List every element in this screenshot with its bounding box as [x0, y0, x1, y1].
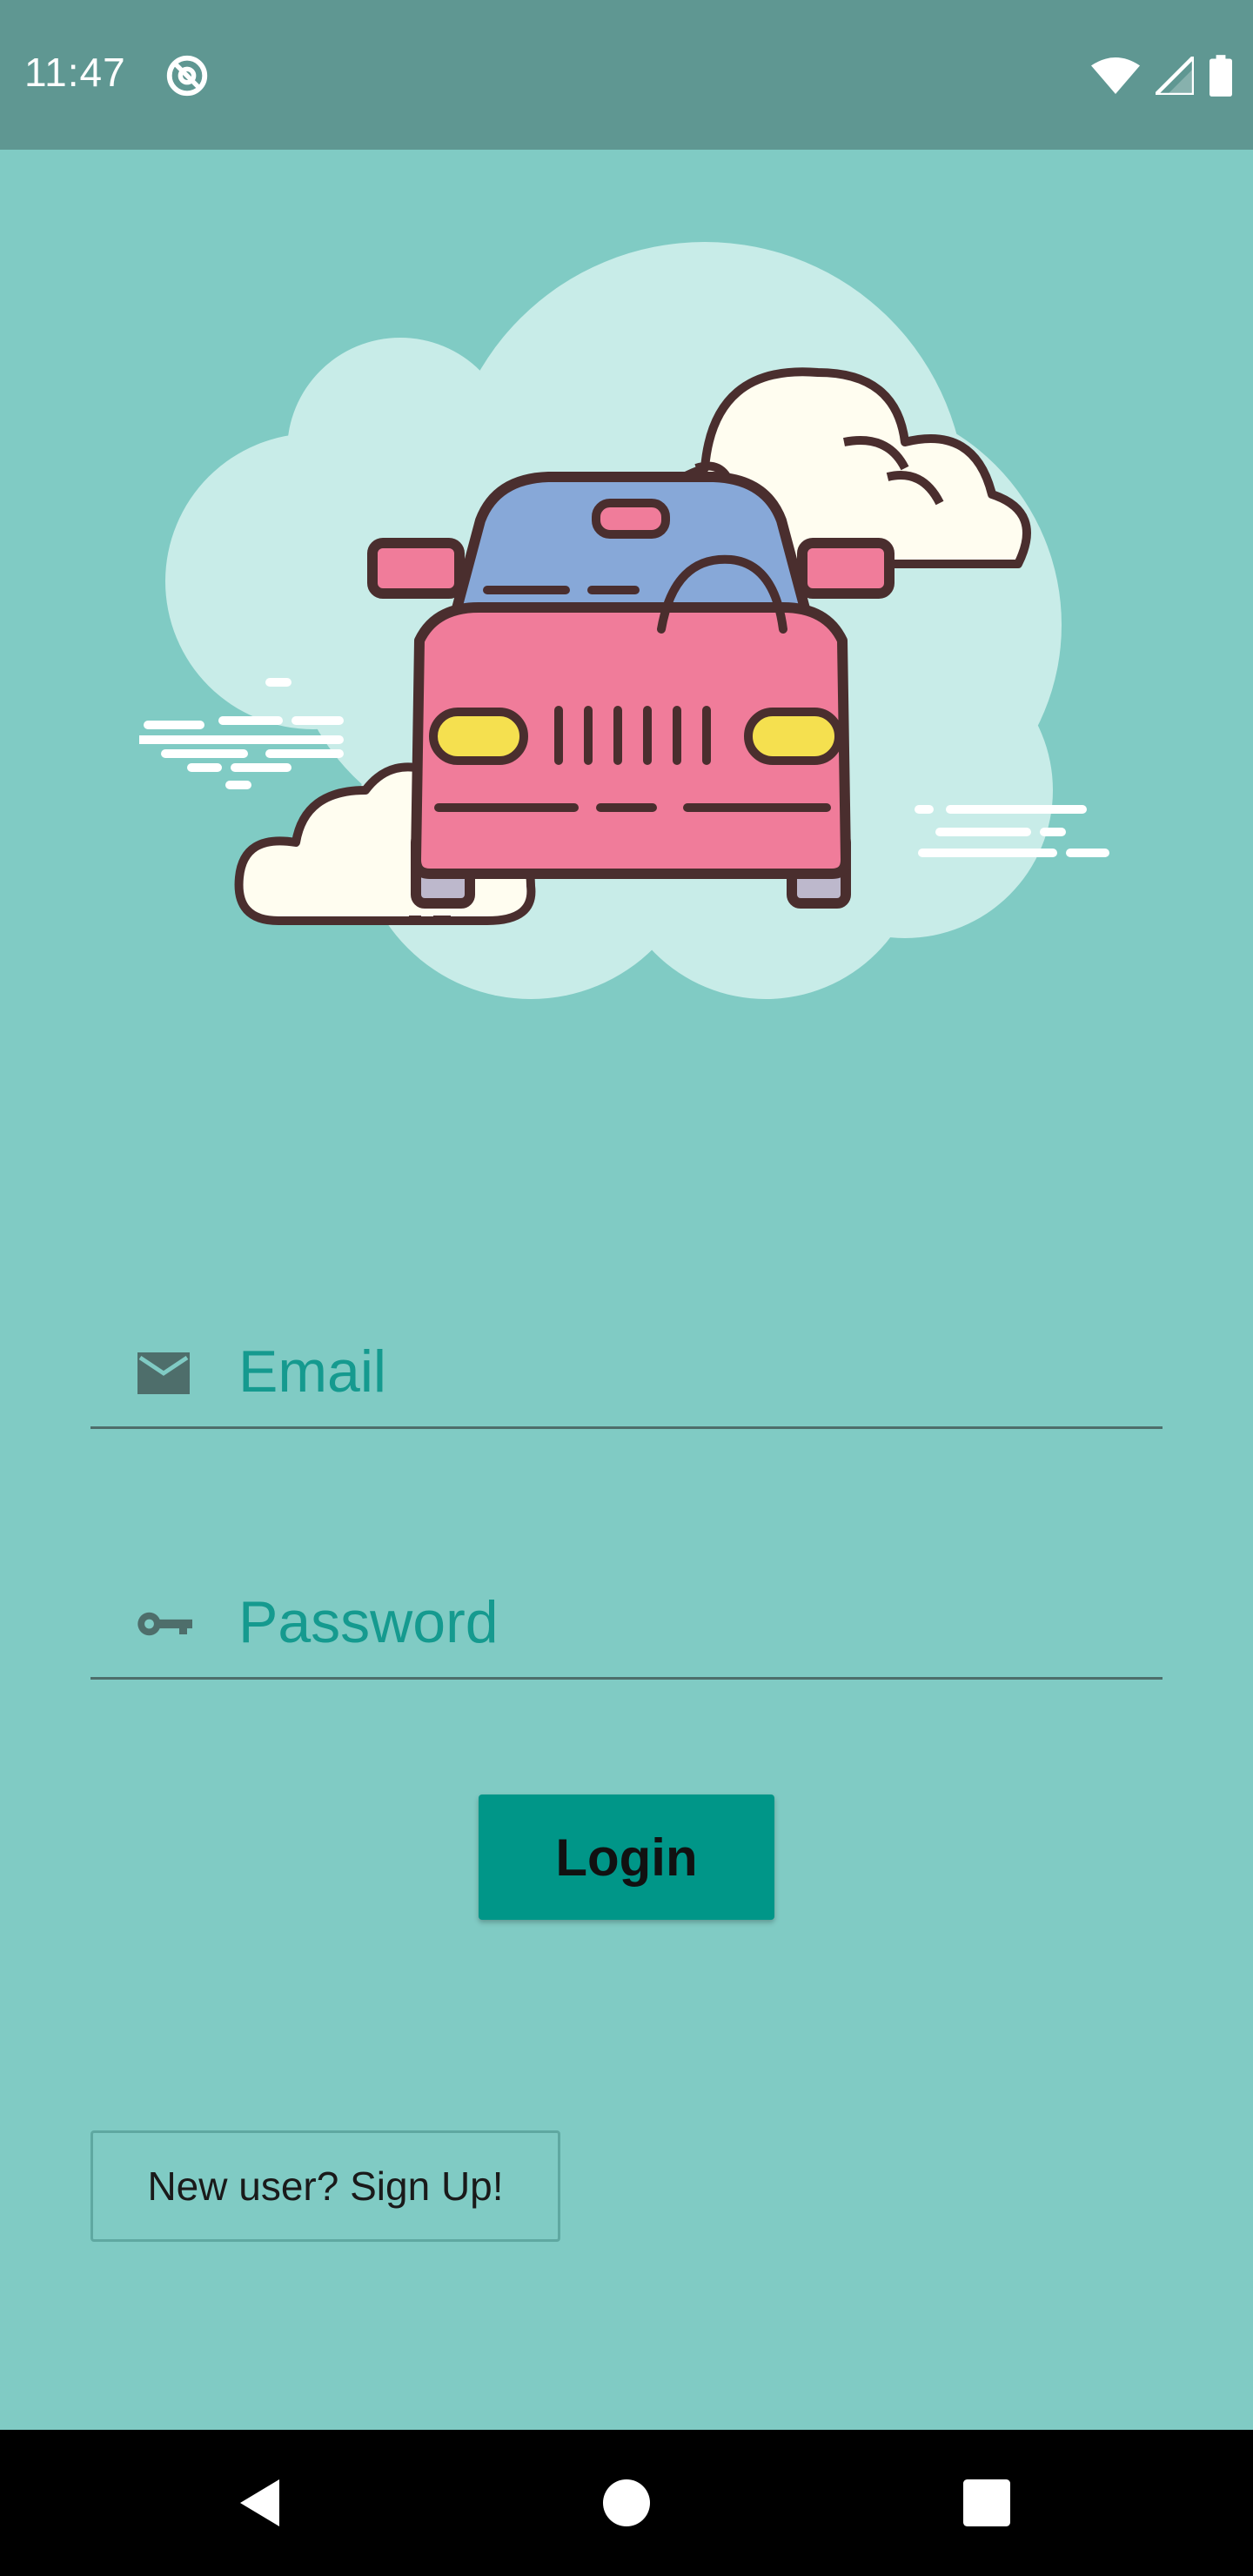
status-time: 11:47 [24, 50, 126, 95]
password-field[interactable]: Password [90, 1549, 1163, 1680]
login-screen: Email Password Login New user? Sign Up! [0, 150, 1253, 2430]
car-in-clouds-illustration [139, 242, 1109, 999]
recents-icon[interactable] [955, 2472, 1018, 2534]
signup-button[interactable]: New user? Sign Up! [90, 2130, 560, 2242]
do-not-disturb-icon [166, 55, 208, 97]
back-icon[interactable] [230, 2472, 292, 2534]
battery-icon [1209, 55, 1232, 97]
email-field[interactable]: Email [90, 1298, 1163, 1429]
email-placeholder: Email [238, 1338, 387, 1405]
status-icons [1091, 52, 1232, 99]
signal-icon [1156, 57, 1194, 95]
status-bar: 11:47 [0, 0, 1253, 150]
password-placeholder: Password [238, 1589, 499, 1655]
mail-icon [137, 1352, 190, 1394]
login-button[interactable]: Login [479, 1794, 774, 1920]
wifi-icon [1091, 57, 1140, 94]
navigation-bar [0, 2430, 1253, 2576]
home-icon[interactable] [595, 2472, 658, 2534]
key-icon [137, 1612, 192, 1636]
